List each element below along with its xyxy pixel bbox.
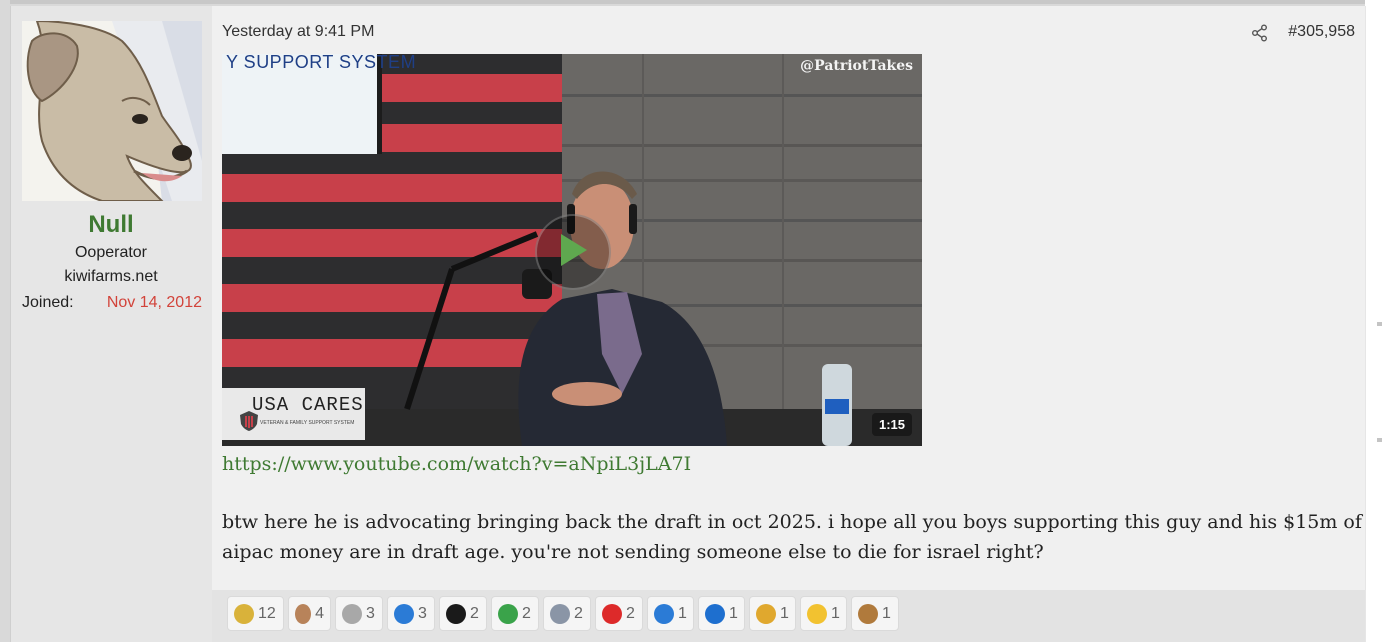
avatar[interactable] — [22, 21, 202, 201]
thumbs-up-icon — [654, 603, 674, 624]
rock-icon — [342, 603, 362, 624]
reaction-count: 12 — [258, 604, 276, 622]
video-watermark: @PatriotTakes — [800, 58, 913, 74]
dog-avatar-icon — [22, 21, 202, 201]
channel-logo: USA CARES VETERAN & FAMILY SUPPORT SYSTE… — [222, 388, 365, 440]
reaction-medal[interactable]: 12 — [227, 596, 284, 631]
reaction-count: 2 — [574, 604, 583, 622]
reaction-count: 2 — [522, 604, 531, 622]
reaction-count: 1 — [780, 604, 789, 622]
reaction-thinking-face[interactable]: 1 — [800, 596, 847, 631]
reaction-wrench[interactable]: 2 — [543, 596, 591, 631]
share-icon[interactable] — [1251, 24, 1269, 42]
reaction-puzzle[interactable]: 1 — [749, 596, 796, 631]
top-border — [10, 0, 1365, 4]
post-content: Yesterday at 9:41 PM #305,958 Y SUPPORT … — [212, 6, 1365, 590]
reaction-count: 1 — [831, 604, 840, 622]
wrench-icon — [550, 603, 570, 624]
reaction-count: 2 — [470, 604, 479, 622]
reaction-count: 1 — [729, 604, 738, 622]
video-embed[interactable]: Y SUPPORT SYSTEM @PatriotTakes USA CARES… — [222, 54, 922, 446]
medal-icon — [234, 603, 254, 624]
reaction-star-of-david[interactable]: 1 — [698, 596, 745, 631]
check-icon — [498, 603, 518, 624]
joined-label: Joined: — [22, 294, 74, 311]
margin-tick — [1377, 322, 1382, 326]
reactions-bar: 12 4 3 3 2 2 2 2 1 1 1 1 1 — [212, 590, 1365, 642]
reaction-count: 2 — [626, 604, 635, 622]
reaction-count: 3 — [366, 604, 375, 622]
margin-tick — [1377, 438, 1382, 442]
logo-title: USA CARES — [252, 394, 364, 416]
reaction-deer[interactable]: 1 — [851, 596, 899, 631]
reaction-heart[interactable]: 2 — [595, 596, 643, 631]
star-of-david-icon — [705, 603, 725, 624]
top-hat-icon — [446, 603, 466, 624]
username[interactable]: Null — [11, 211, 211, 239]
post-container: Null Ooperator kiwifarms.net Joined: Nov… — [10, 6, 1366, 642]
puzzle-icon — [756, 603, 776, 624]
reaction-top-hat[interactable]: 2 — [439, 596, 487, 631]
user-pane: Null Ooperator kiwifarms.net Joined: Nov… — [11, 6, 211, 642]
user-site: kiwifarms.net — [64, 268, 158, 285]
post-number[interactable]: #305,958 — [1288, 23, 1355, 41]
info-icon — [394, 603, 414, 624]
thinking-face-icon — [807, 603, 827, 624]
reaction-face[interactable]: 4 — [288, 596, 331, 631]
play-icon — [561, 234, 587, 266]
reaction-count: 3 — [418, 604, 427, 622]
user-title: Ooperator — [74, 244, 148, 261]
reaction-check[interactable]: 2 — [491, 596, 539, 631]
youtube-link[interactable]: https://www.youtube.com/watch?v=aNpiL3jL… — [222, 453, 691, 475]
reaction-count: 1 — [882, 604, 891, 622]
play-button[interactable] — [535, 214, 611, 290]
reaction-thumbs-up[interactable]: 1 — [647, 596, 694, 631]
reaction-count: 1 — [678, 604, 687, 622]
reaction-info[interactable]: 3 — [387, 596, 435, 631]
post-date[interactable]: Yesterday at 9:41 PM — [222, 23, 374, 41]
page-right-margin — [1365, 0, 1382, 642]
video-duration: 1:15 — [871, 413, 912, 436]
screen-text: Y SUPPORT SYSTEM — [226, 54, 417, 72]
joined-date: Nov 14, 2012 — [106, 294, 202, 311]
heart-icon — [602, 603, 622, 624]
reaction-rock[interactable]: 3 — [335, 596, 383, 631]
deer-icon — [858, 603, 878, 624]
logo-subtitle: VETERAN & FAMILY SUPPORT SYSTEM — [260, 420, 355, 426]
post-body: btw here he is advocating bringing back … — [222, 511, 1362, 563]
reaction-count: 4 — [315, 604, 324, 622]
face-icon — [295, 603, 312, 624]
